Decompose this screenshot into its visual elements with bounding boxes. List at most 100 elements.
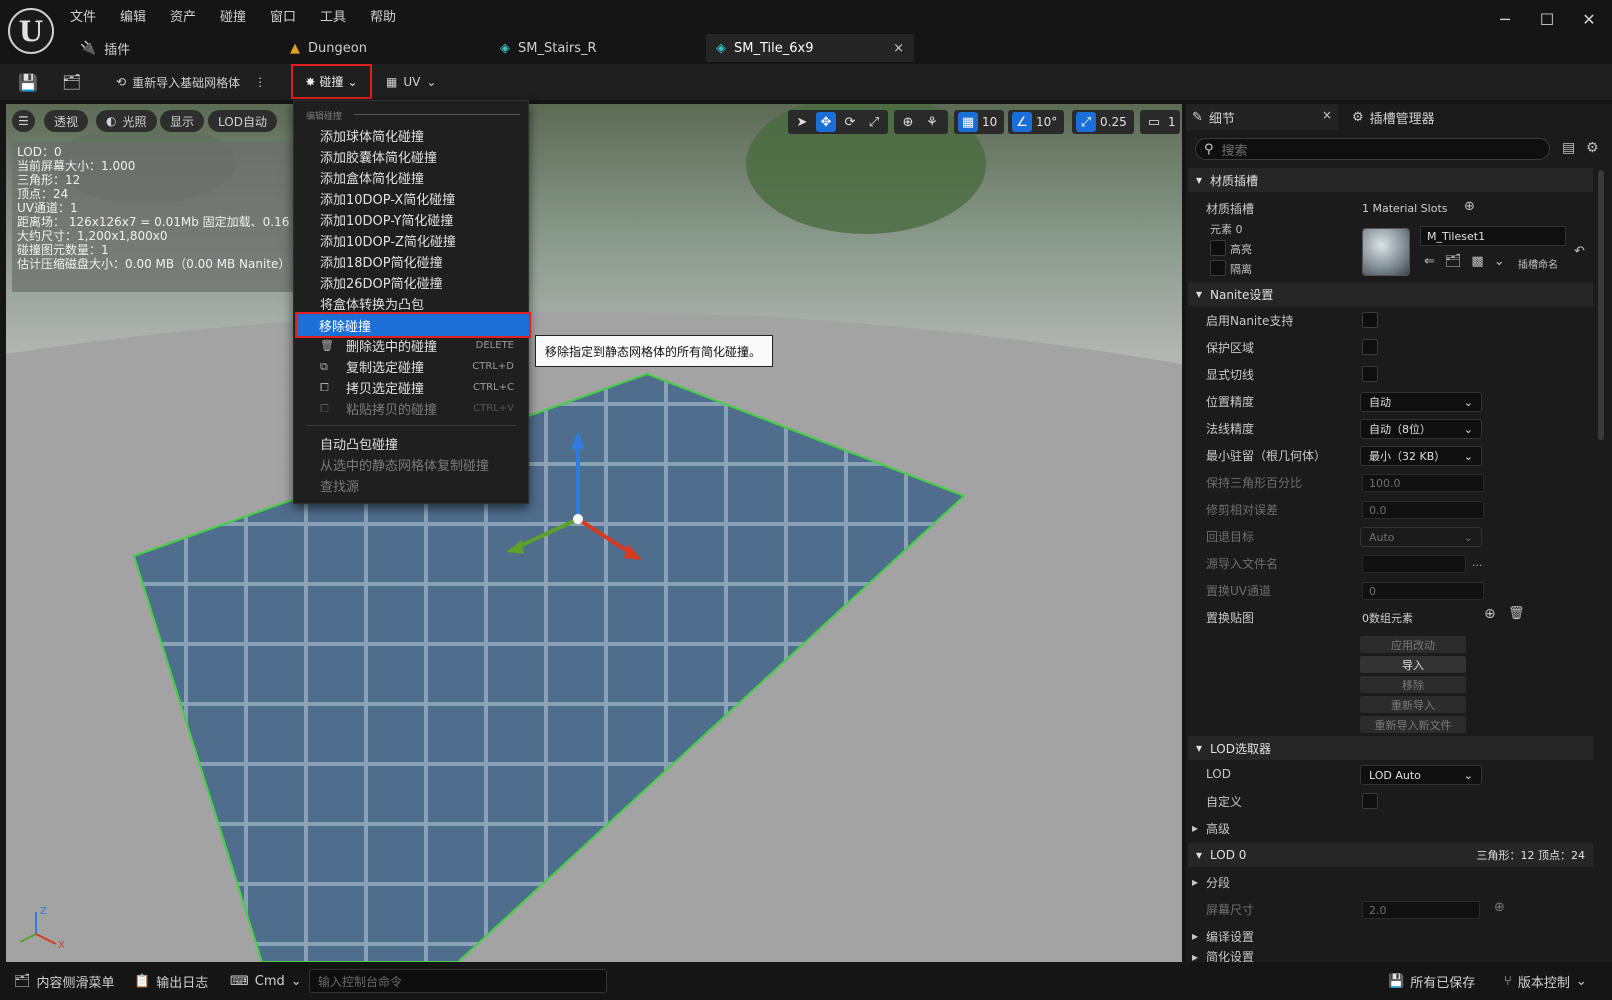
menu-add-box[interactable]: 添加盒体简化碰撞	[296, 167, 526, 188]
add-slot-icon[interactable]: ⊕	[1464, 199, 1475, 214]
save-button[interactable]: 💾	[18, 64, 38, 100]
menu-file[interactable]: 文件	[70, 6, 96, 25]
close-icon[interactable]: ×	[893, 41, 904, 56]
angle-snap[interactable]: ∠ 10°	[1008, 110, 1064, 134]
source-control-button[interactable]: ⑂ 版本控制 ⌄	[1504, 967, 1587, 995]
nanite-enable-checkbox[interactable]	[1362, 312, 1378, 328]
keep-triangle-input[interactable]: 100.0	[1362, 474, 1484, 492]
browse-file-button[interactable]: ...	[1472, 556, 1483, 569]
browse-button[interactable]: 🗂	[62, 64, 81, 100]
trim-error-input[interactable]: 0.0	[1362, 501, 1484, 519]
output-log-button[interactable]: 📋 输出日志	[134, 967, 208, 995]
browse-icon[interactable]: 🗂	[1445, 254, 1462, 269]
menu-add-10dop-x[interactable]: 添加10DOP-X简化碰撞	[296, 188, 526, 209]
menu-edit[interactable]: 编辑	[120, 6, 146, 25]
use-selected-icon[interactable]: ⇐	[1424, 254, 1435, 269]
chevron-down-icon[interactable]: ⌄	[1494, 254, 1505, 269]
rotate-icon[interactable]: ⟳	[840, 112, 860, 132]
maximize-button[interactable]: ☐	[1527, 6, 1567, 32]
menu-help[interactable]: 帮助	[370, 6, 396, 25]
isolate-checkbox[interactable]	[1210, 260, 1226, 276]
menu-collision[interactable]: 碰撞	[220, 6, 246, 25]
gear-icon[interactable]: ⚙	[1586, 140, 1599, 156]
position-precision-select[interactable]: 自动 ⌄	[1360, 392, 1482, 412]
apply-changes-button[interactable]: 应用改动	[1360, 636, 1466, 653]
section-nanite[interactable]: ▾ Nanite设置	[1188, 282, 1593, 306]
unreal-logo[interactable]: U	[8, 8, 54, 54]
section-lod-picker[interactable]: ▾ LOD选取器	[1188, 736, 1593, 760]
camera-speed[interactable]: ▭ 1	[1140, 110, 1180, 134]
fallback-target-select[interactable]: Auto ⌄	[1360, 527, 1482, 547]
reimport-button[interactable]: ⟲ 重新导入基础网格体 ⋮	[116, 64, 266, 100]
add-icon[interactable]: ⊕	[1494, 900, 1505, 915]
menu-asset[interactable]: 资产	[170, 6, 196, 25]
grid-snap[interactable]: ▦ 10	[954, 110, 1004, 134]
menu-copy-from-selected[interactable]: 从选中的静态网格体复制碰撞	[296, 454, 526, 475]
tab-sm-tile[interactable]: ◈ SM_Tile_6x9 ×	[706, 34, 914, 62]
collision-dropdown-button[interactable]: ✸ 碰撞 ⌄	[291, 64, 372, 99]
show-button[interactable]: 显示	[160, 110, 205, 132]
sections-row[interactable]: ▸ 分段	[1192, 870, 1230, 894]
perspective-button[interactable]: 透视	[44, 110, 89, 132]
checker-icon[interactable]: ▩	[1471, 254, 1483, 269]
material-picker[interactable]: M_Tileset1	[1420, 226, 1566, 246]
uv-dropdown-button[interactable]: ▦ UV ⌄	[386, 64, 436, 100]
surface-snap-icon[interactable]: ⚘	[922, 112, 942, 132]
table-view-icon[interactable]: ▤	[1562, 140, 1575, 156]
close-window-button[interactable]: ✕	[1569, 6, 1609, 32]
menu-add-capsule[interactable]: 添加胶囊体简化碰撞	[296, 146, 526, 167]
min-resident-select[interactable]: 最小（32 KB） ⌄	[1360, 446, 1482, 466]
close-icon[interactable]: ×	[1322, 108, 1332, 122]
section-material-slots[interactable]: ▾ 材质插槽	[1188, 168, 1593, 192]
tab-plugins[interactable]: 🔌 插件	[70, 34, 140, 62]
lod-select[interactable]: LOD Auto ⌄	[1360, 765, 1482, 785]
translate-icon[interactable]: ✥	[816, 112, 836, 132]
menu-add-26dop[interactable]: 添加26DOP简化碰撞	[296, 272, 526, 293]
build-settings-row[interactable]: ▸ 编译设置	[1192, 924, 1254, 948]
advanced-row[interactable]: ▸ 高级	[1192, 816, 1230, 840]
menu-delete-selected[interactable]: 🗑 删除选中的碰撞 DELETE	[296, 335, 526, 356]
console-input[interactable]: 输入控制台命令	[309, 969, 607, 993]
screen-size-input[interactable]: 2.0	[1362, 901, 1480, 919]
trash-icon[interactable]: 🗑	[1508, 606, 1525, 621]
remove-button[interactable]: 移除	[1360, 676, 1466, 693]
scrollbar[interactable]	[1598, 170, 1604, 440]
menu-copy-selected[interactable]: ⧠ 拷贝选定碰撞 CTRL+C	[296, 377, 526, 398]
tab-dungeon[interactable]: ▲ Dungeon	[280, 34, 377, 62]
scale-snap[interactable]: ⤢ 0.25	[1072, 110, 1134, 134]
menu-add-10dop-y[interactable]: 添加10DOP-Y简化碰撞	[296, 209, 526, 230]
content-drawer-button[interactable]: 🗂 内容侧滑菜单	[14, 967, 115, 995]
menu-paste-copied[interactable]: ⧠ 粘贴拷贝的碰撞 CTRL+V	[296, 398, 526, 419]
menu-add-18dop[interactable]: 添加18DOP简化碰撞	[296, 251, 526, 272]
reset-icon[interactable]: ↶	[1574, 244, 1585, 259]
menu-tools[interactable]: 工具	[320, 6, 346, 25]
viewport-menu-button[interactable]: ☰	[12, 110, 35, 132]
menu-window[interactable]: 窗口	[270, 6, 296, 25]
reimport-button[interactable]: 重新导入	[1360, 696, 1466, 713]
uv-channel-input[interactable]: 0	[1362, 582, 1484, 600]
reduce-settings-row[interactable]: ▸ 简化设置	[1192, 951, 1254, 962]
reimport-new-file-button[interactable]: 重新导入新文件	[1360, 716, 1466, 733]
source-file-input[interactable]	[1362, 555, 1466, 573]
add-element-icon[interactable]: ⊕	[1484, 606, 1496, 622]
custom-checkbox[interactable]	[1362, 793, 1378, 809]
lighting-button[interactable]: ◐ 光照	[96, 110, 157, 132]
explicit-tangents-checkbox[interactable]	[1362, 366, 1378, 382]
tab-socket-manager[interactable]: ⚙ 插槽管理器	[1352, 105, 1435, 129]
normal-precision-select[interactable]: 自动（8位） ⌄	[1360, 419, 1482, 439]
tab-sm-stairs[interactable]: ◈ SM_Stairs_R	[490, 34, 607, 62]
select-icon[interactable]: ➤	[792, 112, 812, 132]
menu-auto-convex[interactable]: 自动凸包碰撞	[296, 433, 526, 454]
import-button[interactable]: 导入	[1360, 656, 1466, 673]
all-saved-button[interactable]: 💾 所有已保存	[1388, 967, 1475, 995]
preserve-area-checkbox[interactable]	[1362, 339, 1378, 355]
menu-add-sphere[interactable]: 添加球体简化碰撞	[296, 125, 526, 146]
material-thumbnail[interactable]	[1362, 228, 1410, 276]
menu-duplicate-selected[interactable]: ⧉ 复制选定碰撞 CTRL+D	[296, 356, 526, 377]
minimize-button[interactable]: ─	[1485, 6, 1525, 32]
tab-details[interactable]: ✎ 细节	[1192, 105, 1235, 129]
scale-icon[interactable]: ⤢	[864, 112, 884, 132]
menu-find-source[interactable]: 查找源	[296, 475, 526, 496]
more-icon[interactable]: ⋮	[254, 75, 266, 89]
menu-add-10dop-z[interactable]: 添加10DOP-Z简化碰撞	[296, 230, 526, 251]
